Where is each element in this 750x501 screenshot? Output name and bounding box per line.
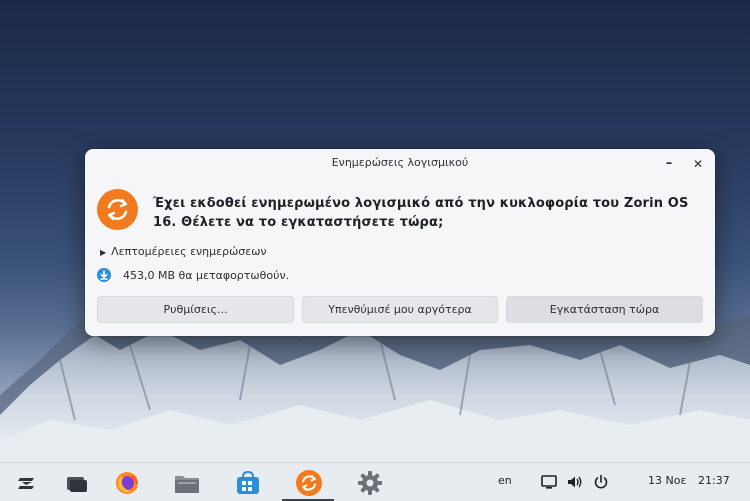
volume-icon [568, 476, 582, 488]
close-button[interactable]: ✕ [688, 154, 708, 174]
update-icon [97, 189, 138, 230]
screen-indicator[interactable] [540, 473, 558, 491]
update-message: Έχει εκδοθεί ενημερωμένο λογισμικό από τ… [153, 196, 689, 230]
software-updater-dialog: Ενημερώσεις λογισμικού – ✕ Έχει εκδοθεί … [85, 149, 715, 336]
taskbar: en 13 Νοε 21:37 [0, 462, 750, 501]
details-label: Λεπτομέρειες ενημερώσεων [111, 245, 267, 258]
details-expander[interactable]: ▶ Λεπτομέρειες ενημερώσεων [100, 245, 267, 258]
store-bag-icon [237, 470, 259, 494]
dialog-title: Ενημερώσεις λογισμικού [331, 156, 469, 169]
display-icon [541, 475, 557, 489]
keyboard-layout-indicator[interactable]: en [498, 474, 512, 487]
zorin-menu-button[interactable] [12, 468, 42, 498]
firefox-launcher[interactable] [112, 468, 142, 498]
minimize-button[interactable]: – [659, 154, 679, 174]
power-menu[interactable] [592, 473, 610, 491]
expander-triangle-icon: ▶ [100, 248, 107, 257]
remind-later-button[interactable]: Υπενθύμισέ μου αργότερα [302, 296, 498, 323]
install-now-button[interactable]: Εγκατάσταση τώρα [506, 296, 703, 323]
settings-button[interactable]: Ρυθμίσεις... [97, 296, 294, 323]
power-icon [594, 474, 608, 489]
files-launcher[interactable] [172, 468, 202, 498]
gear-icon [358, 471, 382, 495]
software-updater-launcher[interactable] [294, 468, 324, 498]
clock-time[interactable]: 21:37 [698, 474, 730, 487]
firefox-icon [116, 472, 138, 494]
update-icon [296, 470, 322, 496]
volume-indicator[interactable] [566, 473, 584, 491]
clock-date[interactable]: 13 Νοε [648, 474, 686, 487]
settings-launcher[interactable] [355, 468, 385, 498]
software-launcher[interactable] [233, 468, 263, 498]
dialog-titlebar[interactable]: Ενημερώσεις λογισμικού – ✕ [85, 149, 715, 178]
zorin-logo-icon [18, 478, 34, 489]
window-switcher-button[interactable] [62, 468, 92, 498]
download-size-text: 453,0 MB θα μεταφορτωθούν. [123, 269, 290, 282]
download-icon [97, 268, 111, 282]
folder-icon [175, 476, 199, 493]
window-switcher-icon [67, 477, 87, 492]
